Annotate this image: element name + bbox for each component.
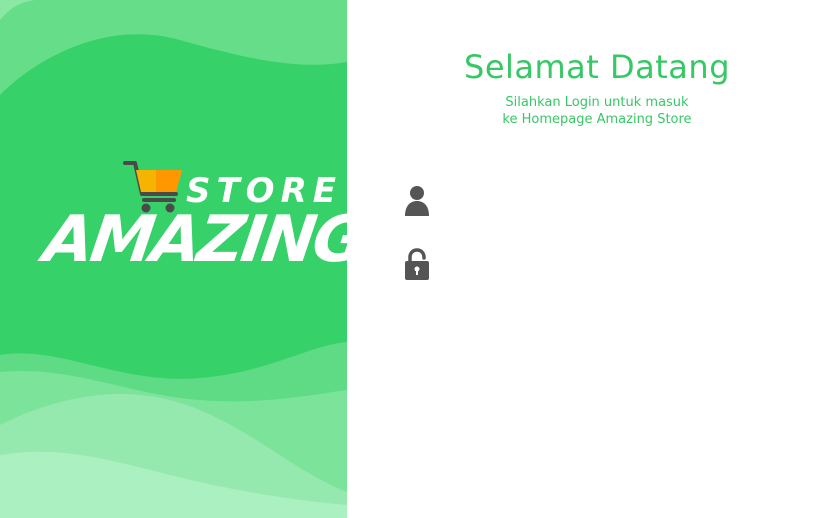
welcome-subtitle: Silahkan Login untuk masuk ke Homepage A… <box>502 95 692 127</box>
amazing-store-logo: STORE AMAZING <box>38 158 347 288</box>
username-input[interactable] <box>446 190 750 220</box>
login-panel: Selamat Datang Silahkan Login untuk masu… <box>347 0 818 518</box>
welcome-title: Selamat Datang <box>464 48 730 86</box>
user-icon <box>405 186 429 216</box>
password-input[interactable] <box>446 254 750 284</box>
username-field <box>402 184 762 224</box>
brand-panel: STORE AMAZING <box>0 0 347 518</box>
logo-amazing-text: AMAZING <box>39 203 347 277</box>
password-field <box>402 248 762 288</box>
lock-icon <box>405 248 429 280</box>
